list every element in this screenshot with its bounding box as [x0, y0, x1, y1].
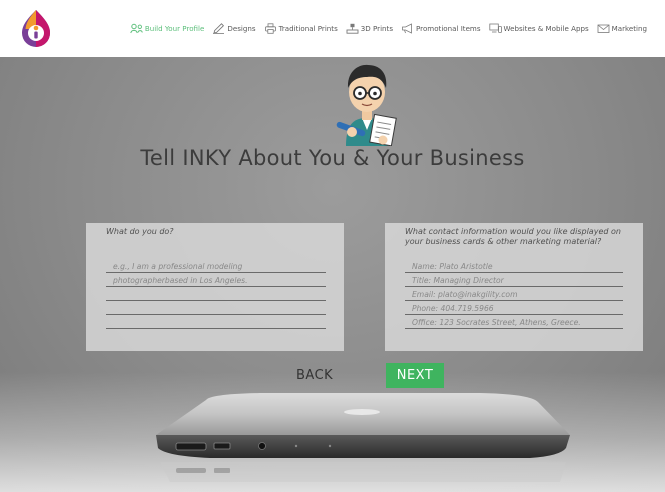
inky-mascot-icon — [336, 64, 397, 146]
nav-item-label: Marketing — [611, 24, 647, 33]
top-navigation-bar: Build Your Profile Designs Traditional P… — [0, 0, 665, 57]
contact-info-fields: Name: Plato Aristotle Title: Managing Di… — [405, 259, 623, 329]
placeholder-text: Office: 123 Socrates Street, Athens, Gre… — [412, 318, 581, 327]
printer-icon — [264, 23, 277, 34]
placeholder-text: Email: plato@inakgility.com — [412, 290, 518, 299]
nav-item-websites-mobile-apps[interactable]: Websites & Mobile Apps — [488, 23, 589, 34]
nav-item-traditional-prints[interactable]: Traditional Prints — [264, 23, 338, 34]
laptop-image — [156, 393, 570, 482]
nav-item-label: Traditional Prints — [278, 24, 338, 33]
profile-icon — [130, 23, 143, 34]
about-you-textarea[interactable]: e.g., I am a professional modeling photo… — [106, 259, 326, 329]
about-you-card: What do you do? e.g., I am a professiona… — [86, 223, 344, 351]
mail-icon — [597, 23, 610, 34]
main-nav: Build Your Profile Designs Traditional P… — [130, 0, 647, 57]
nav-item-label: 3D Prints — [360, 24, 394, 33]
placeholder-text: Phone: 404.719.5966 — [412, 304, 494, 313]
title-field[interactable]: Title: Managing Director — [405, 273, 623, 287]
next-button[interactable]: NEXT — [386, 363, 444, 388]
back-button[interactable]: BACK — [296, 368, 333, 383]
textarea-line[interactable]: photographerbased in Los Angeles. — [106, 273, 326, 287]
nav-item-label: Designs — [227, 24, 256, 33]
nav-item-3d-prints[interactable]: 3D Prints — [346, 23, 393, 34]
contact-question: What contact information would you like … — [405, 227, 621, 246]
nav-item-designs[interactable]: Designs — [212, 23, 256, 34]
phone-field[interactable]: Phone: 404.719.5966 — [405, 301, 623, 315]
page-title: Tell INKY About You & Your Business — [140, 146, 525, 170]
name-field[interactable]: Name: Plato Aristotle — [405, 259, 623, 273]
email-field[interactable]: Email: plato@inakgility.com — [405, 287, 623, 301]
textarea-line[interactable] — [106, 315, 326, 329]
cube-printer-icon — [346, 23, 359, 34]
placeholder-text: e.g., I am a professional modeling — [113, 262, 243, 271]
textarea-line[interactable] — [106, 287, 326, 301]
hero-section: Tell INKY About You & Your Business What… — [0, 57, 665, 492]
about-question: What do you do? — [106, 227, 174, 236]
nav-item-label: Websites & Mobile Apps — [503, 24, 589, 33]
placeholder-text: photographerbased in Los Angeles. — [113, 276, 248, 285]
office-field[interactable]: Office: 123 Socrates Street, Athens, Gre… — [405, 315, 623, 329]
megaphone-icon — [401, 23, 414, 34]
pencil-icon — [212, 23, 225, 34]
brand-logo-icon[interactable] — [20, 8, 52, 48]
placeholder-text: Title: Managing Director — [412, 276, 504, 285]
placeholder-text: Name: Plato Aristotle — [412, 262, 493, 271]
nav-item-build-your-profile[interactable]: Build Your Profile — [130, 23, 205, 34]
nav-item-marketing[interactable]: Marketing — [597, 23, 647, 34]
nav-item-promotional-items[interactable]: Promotional Items — [401, 23, 481, 34]
devices-icon — [488, 23, 502, 34]
textarea-line[interactable] — [106, 301, 326, 315]
nav-item-label: Build Your Profile — [144, 24, 205, 33]
contact-info-card: What contact information would you like … — [385, 223, 643, 351]
nav-item-label: Promotional Items — [416, 24, 481, 33]
textarea-line[interactable]: e.g., I am a professional modeling — [106, 259, 326, 273]
